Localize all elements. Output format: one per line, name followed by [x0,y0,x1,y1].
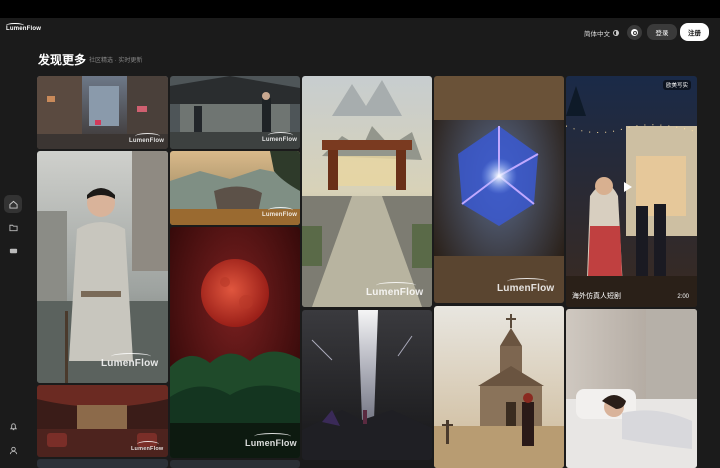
sidebar-item-home[interactable] [4,195,22,213]
globe-icon [613,30,619,36]
window-top-strip [0,0,720,18]
sidebar-item-folder[interactable] [4,218,22,236]
header-bar: LumenFlow 简体中文 登录 注册 [0,18,720,46]
desert-chapel-image [434,306,564,468]
register-button[interactable]: 注册 [680,23,709,41]
sidebar [0,46,30,468]
logo-swoosh-icon [6,23,24,28]
fantasy-temple-image [302,76,432,307]
gallery-item-column2-partial[interactable] [170,460,300,468]
gallery-item-theater[interactable]: LumenFlow [37,385,168,457]
gallery-item-sleeping-woman[interactable] [566,309,697,468]
lumenflow-watermark: LumenFlow [131,441,164,452]
gallery-item-ancient-courtyard[interactable]: LumenFlow [170,76,300,149]
sidebar-item-profile[interactable] [4,441,22,459]
gallery-item-light-beam[interactable] [302,310,432,460]
gallery-item-desert-chapel[interactable] [434,306,564,468]
account-link-button[interactable] [627,25,642,40]
drive-icon [9,248,17,253]
bell-icon [9,422,17,430]
gallery-item-young-man[interactable]: LumenFlow [37,151,168,383]
link-icon [631,29,638,36]
lumenflow-watermark: LumenFlow [497,278,555,294]
app-logo[interactable]: LumenFlow [6,23,41,32]
lumenflow-watermark: LumenFlow [129,133,165,144]
gallery-item-red-moon[interactable]: LumenFlow [170,227,300,458]
gallery-item-night-party-video[interactable]: 欧美写实 海外仿真人短剧 2:00 [566,76,697,307]
sidebar-item-drive[interactable] [4,241,22,259]
lumenflow-watermark: LumenFlow [101,353,159,369]
language-label: 简体中文 [584,31,610,38]
home-icon [8,200,18,209]
gallery-item-crystal-cube[interactable]: LumenFlow [434,76,564,303]
video-duration: 2:00 [677,294,689,300]
sleeping-woman-image [566,309,697,468]
lumenflow-watermark: LumenFlow [245,433,297,448]
page-title: 发现更多 [38,53,87,67]
play-icon[interactable] [624,182,632,192]
lumenflow-watermark: LumenFlow [262,207,298,218]
red-moon-image [170,227,300,458]
category-badge: 欧美写实 [662,80,691,90]
user-icon [9,446,17,454]
young-man-image [37,151,168,383]
sidebar-item-notifications[interactable] [4,417,22,435]
page-subtitle: 社区精选 · 实时更新 [89,58,143,64]
gallery-item-fantasy-temple[interactable]: LumenFlow [302,76,432,307]
gallery-item-column1-partial[interactable] [37,459,168,468]
login-button[interactable]: 登录 [647,24,677,40]
lumenflow-watermark: LumenFlow [366,282,424,298]
video-title: 海外仿真人短剧 [572,293,621,300]
folder-icon [8,224,18,231]
gallery-item-rainy-street[interactable]: LumenFlow [37,76,168,149]
gallery-item-mountain-landscape[interactable]: LumenFlow [170,151,300,225]
crystal-cube-image [434,76,564,303]
lumenflow-watermark: LumenFlow [262,132,298,143]
language-selector[interactable]: 简体中文 [584,28,619,38]
light-beam-image [302,310,432,460]
